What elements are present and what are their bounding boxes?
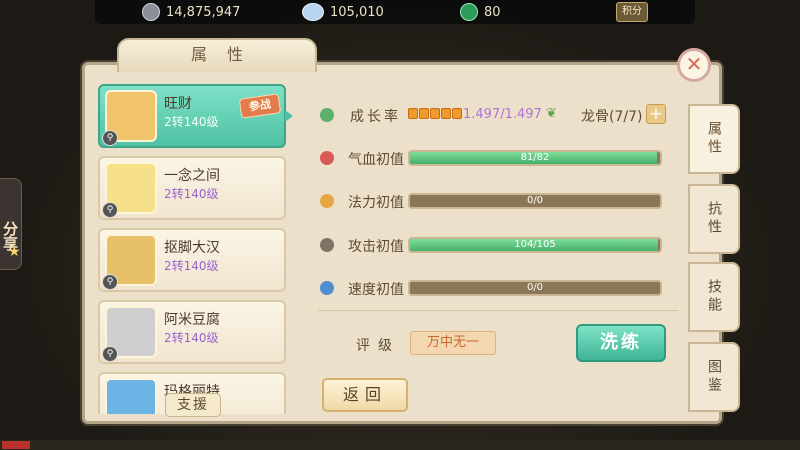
growth-block — [419, 108, 429, 119]
points-button[interactable]: 积分 — [616, 2, 648, 22]
star-icon: ★ — [8, 244, 21, 260]
pet-list[interactable]: ⚲ 旺财 2转140级 参战 ⚲ 一念之间 2转140级 ⚲ 抠脚大汉 2转14… — [96, 80, 292, 414]
lock-icon: ⚲ — [102, 274, 118, 290]
lock-icon: ⚲ — [102, 346, 118, 362]
silver-coin-icon — [142, 3, 160, 21]
pet-name: 一念之间 — [164, 168, 220, 184]
jade-currency[interactable]: 80 — [460, 3, 501, 21]
growth-block — [408, 108, 418, 119]
mana-icon — [320, 194, 334, 208]
crystal-amount: 105,010 — [330, 4, 384, 20]
support-button[interactable]: 支援 — [165, 393, 221, 417]
atk-value: 104/105 — [514, 239, 556, 250]
mp-value: 0/0 — [526, 195, 544, 206]
leaf-icon: ❦ — [546, 106, 557, 121]
tab-resistance[interactable]: 抗性 — [688, 184, 740, 254]
dragon-bone-label: 龙骨(7/7) — [581, 109, 643, 125]
selection-arrow-icon — [285, 110, 293, 122]
lock-icon: ⚲ — [102, 202, 118, 218]
atk-label: 攻击初值 — [348, 239, 404, 255]
sword-icon — [320, 238, 334, 252]
panel-title: 属性 — [117, 38, 317, 72]
pet-avatar — [105, 378, 157, 414]
growth-block — [441, 108, 451, 119]
back-button[interactable]: 返回 — [322, 378, 408, 412]
pet-level: 2转140级 — [164, 331, 219, 345]
growth-value: 1.497/1.497 — [463, 107, 542, 122]
pet-card[interactable]: ⚲ 阿米豆腐 2转140级 — [98, 300, 286, 364]
battle-badge: 参战 — [238, 93, 282, 119]
hp-label: 气血初值 — [348, 152, 404, 168]
close-button[interactable]: ✕ — [677, 48, 711, 82]
tab-attributes[interactable]: 属性 — [688, 104, 740, 174]
pet-name: 旺财 — [164, 96, 192, 112]
add-bone-button[interactable]: + — [646, 104, 666, 124]
game-screen: 14,875,947 105,010 80 积分 分享 ★ 属性 ✕ ⚲ 旺财 … — [0, 0, 800, 450]
crystal-add-icon[interactable] — [302, 3, 324, 21]
silver-currency: 14,875,947 — [142, 3, 240, 21]
rating-label: 评级 — [356, 338, 400, 354]
atk-bar: 104/105 — [408, 237, 662, 253]
crystal-currency[interactable]: 105,010 — [302, 3, 384, 21]
silver-amount: 14,875,947 — [166, 4, 241, 20]
pet-level: 2转140级 — [164, 259, 219, 273]
bottom-bar — [0, 440, 800, 450]
spd-label: 速度初值 — [348, 282, 404, 298]
pet-level: 2转140级 — [164, 187, 219, 201]
rating-value: 万中无一 — [410, 331, 496, 355]
divider — [318, 310, 678, 311]
heart-icon — [320, 151, 334, 165]
wash-button[interactable]: 洗练 — [576, 324, 666, 362]
jade-add-icon[interactable] — [460, 3, 478, 21]
tab-skills[interactable]: 技能 — [688, 262, 740, 332]
pet-name: 阿米豆腐 — [164, 312, 220, 328]
growth-block — [430, 108, 440, 119]
mp-label: 法力初值 — [348, 195, 404, 211]
hp-value: 81/82 — [520, 152, 550, 163]
growth-blocks — [408, 108, 462, 119]
spd-bar: 0/0 — [408, 280, 662, 296]
tab-codex[interactable]: 图鉴 — [688, 342, 740, 412]
pet-card[interactable]: ⚲ 抠脚大汉 2转140级 — [98, 228, 286, 292]
pet-card[interactable]: ⚲ 旺财 2转140级 参战 — [98, 84, 286, 148]
pet-level: 2转140级 — [164, 115, 219, 129]
pet-card[interactable]: ⚲ 一念之间 2转140级 — [98, 156, 286, 220]
pet-name: 抠脚大汉 — [164, 240, 220, 256]
speed-icon — [320, 281, 334, 295]
lock-icon: ⚲ — [102, 130, 118, 146]
growth-icon — [320, 108, 334, 122]
hp-bar: 81/82 — [408, 150, 662, 166]
status-indicator — [2, 441, 30, 449]
jade-amount: 80 — [484, 4, 501, 20]
growth-block — [452, 108, 462, 119]
growth-label: 成长率 — [350, 109, 401, 125]
spd-value: 0/0 — [526, 282, 544, 293]
mp-bar: 0/0 — [408, 193, 662, 209]
